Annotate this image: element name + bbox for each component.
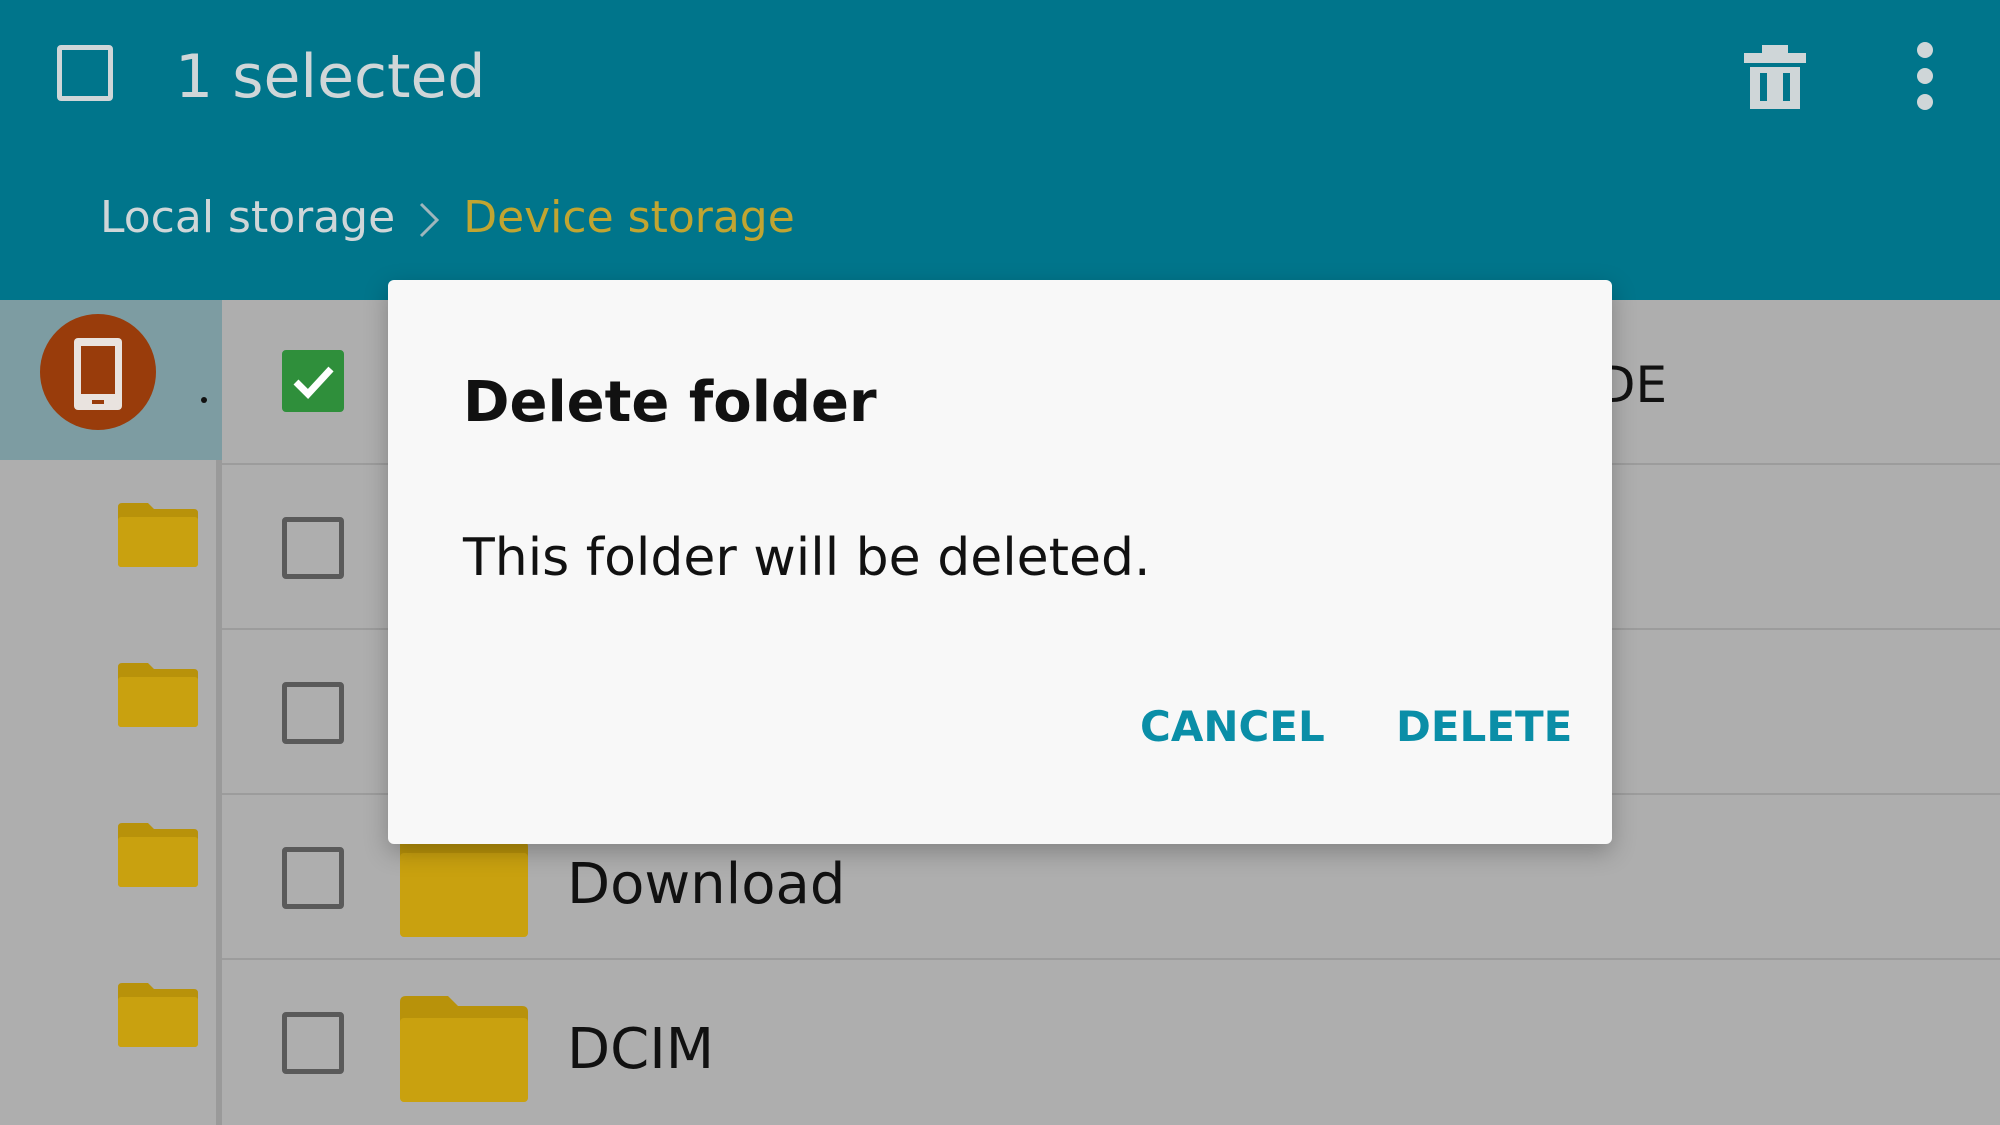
folder-icon bbox=[400, 996, 528, 1102]
folder-icon[interactable] bbox=[118, 503, 198, 567]
folder-icon bbox=[400, 831, 528, 937]
list-item[interactable]: DCIM bbox=[222, 960, 2000, 1125]
more-vert-icon[interactable] bbox=[1910, 40, 1940, 112]
phone-icon bbox=[74, 338, 122, 410]
sidebar-item-device-storage[interactable] bbox=[0, 300, 222, 460]
device-avatar bbox=[40, 314, 156, 430]
select-all-checkbox[interactable] bbox=[57, 45, 113, 101]
checkmark-icon bbox=[293, 366, 334, 400]
folder-icon[interactable] bbox=[118, 983, 198, 1047]
row-checkbox[interactable] bbox=[282, 517, 344, 579]
app-bar: 1 selected Local storage Device storage bbox=[0, 0, 2000, 300]
folder-icon[interactable] bbox=[118, 823, 198, 887]
dialog-message: This folder will be deleted. bbox=[463, 528, 1151, 588]
row-checkbox[interactable] bbox=[282, 682, 344, 744]
row-checkbox-checked[interactable] bbox=[282, 350, 344, 412]
expand-dot-icon bbox=[201, 397, 207, 403]
row-checkbox[interactable] bbox=[282, 847, 344, 909]
delete-folder-dialog: Delete folder This folder will be delete… bbox=[388, 280, 1612, 844]
folder-name: Download bbox=[567, 852, 846, 917]
chevron-right-icon bbox=[420, 202, 440, 238]
folder-icon[interactable] bbox=[118, 663, 198, 727]
breadcrumb-device-storage[interactable]: Device storage bbox=[463, 192, 795, 243]
storage-sidebar bbox=[0, 300, 222, 1125]
dialog-title: Delete folder bbox=[463, 370, 877, 435]
row-checkbox[interactable] bbox=[282, 1012, 344, 1074]
cancel-button[interactable]: CANCEL bbox=[1140, 700, 1325, 754]
breadcrumb-local-storage[interactable]: Local storage bbox=[100, 192, 395, 243]
trash-icon[interactable] bbox=[1744, 45, 1806, 109]
folder-name: DCIM bbox=[567, 1017, 715, 1082]
delete-button[interactable]: DELETE bbox=[1396, 700, 1572, 754]
breadcrumb: Local storage Device storage bbox=[100, 190, 795, 246]
selection-count: 1 selected bbox=[175, 42, 486, 112]
